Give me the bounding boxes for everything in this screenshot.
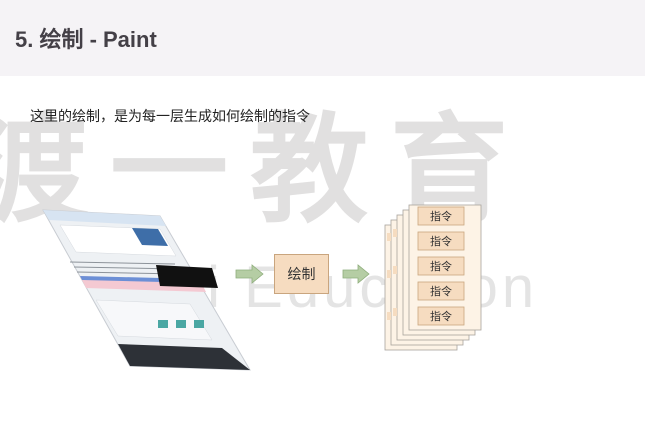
webpage-thumbnail bbox=[42, 209, 251, 371]
arrow-to-paint bbox=[235, 264, 264, 284]
paint-step-label: 绘制 bbox=[287, 267, 316, 283]
instruction-label: 指令 bbox=[430, 285, 452, 298]
arrow-to-instructions bbox=[342, 264, 370, 284]
diagram-graphics bbox=[42, 204, 482, 371]
instruction-label: 指令 bbox=[430, 260, 452, 273]
instruction-label: 指令 bbox=[430, 310, 452, 323]
paint-step-box: 绘制 bbox=[274, 254, 329, 294]
paint-diagram: 绘制 指令 指令 指令 指令 指令 bbox=[0, 0, 645, 426]
instruction-label: 指令 bbox=[430, 210, 452, 223]
instruction-stack bbox=[384, 204, 482, 351]
instruction-label: 指令 bbox=[430, 235, 452, 248]
